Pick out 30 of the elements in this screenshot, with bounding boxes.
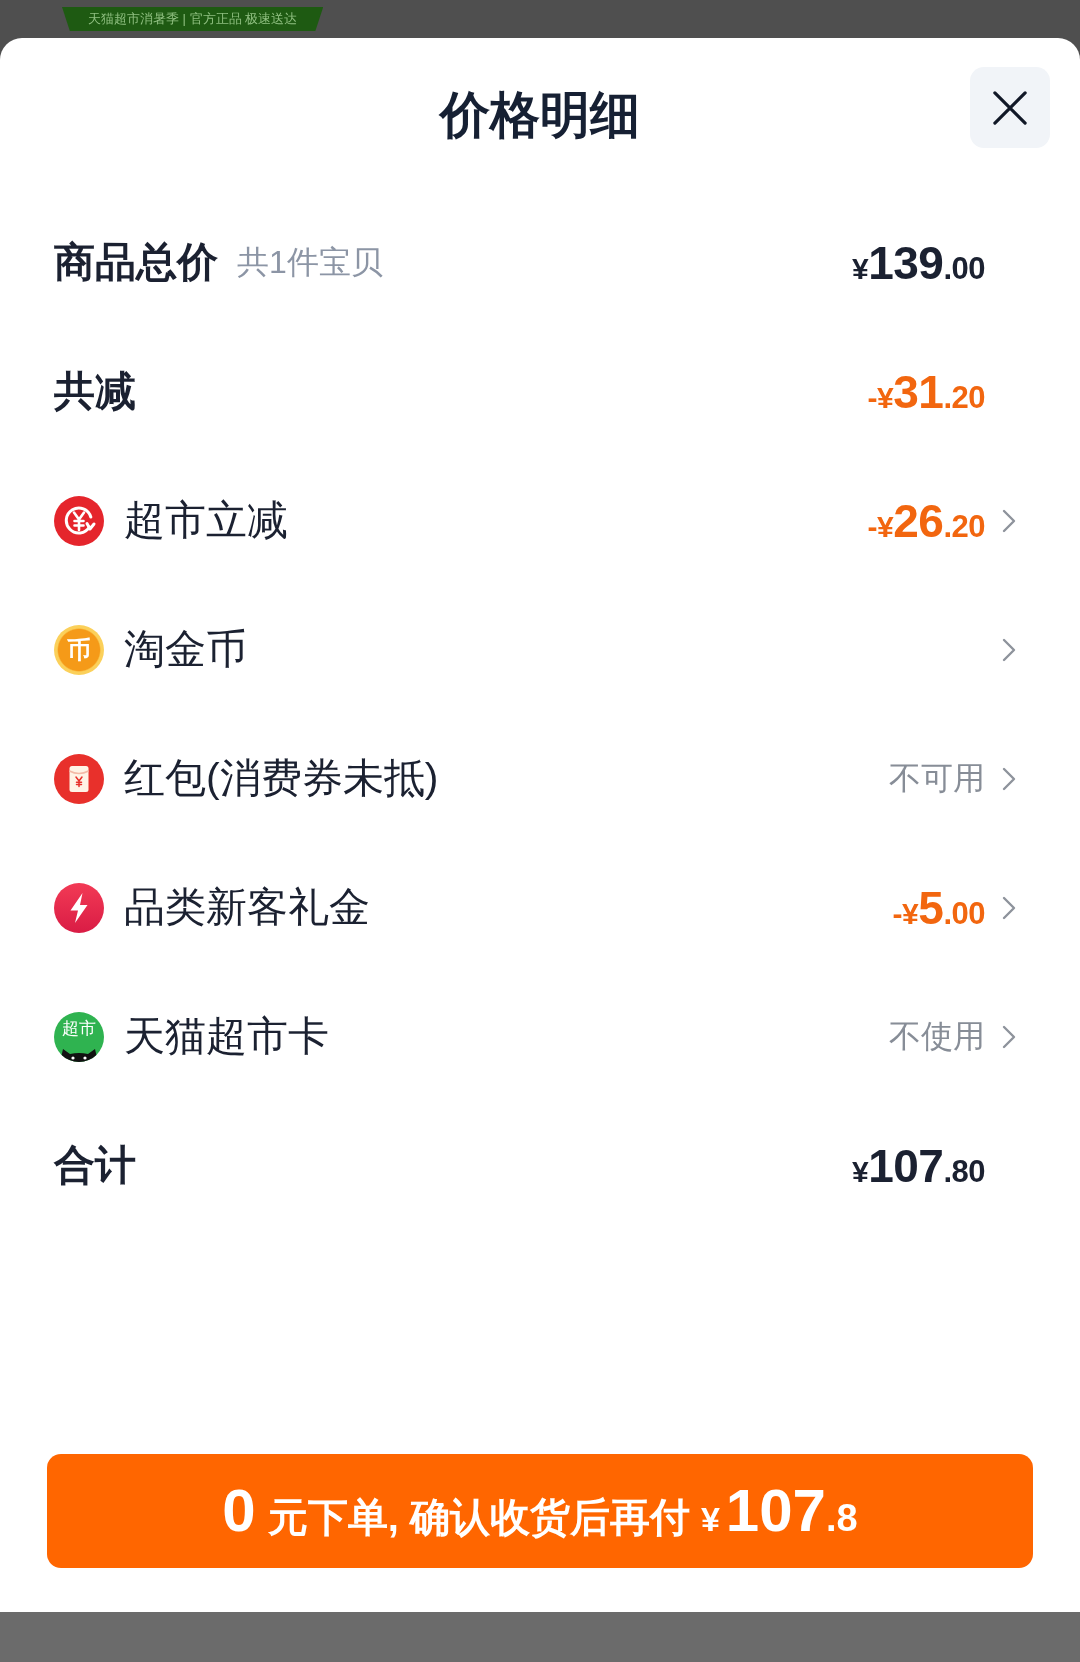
row-label: 共减: [54, 366, 136, 416]
discount-amount: -¥5.00: [892, 884, 985, 931]
chevron-right-icon[interactable]: [1002, 1024, 1016, 1049]
chevron-right-icon[interactable]: [1002, 637, 1016, 662]
envelope-icon: [54, 753, 104, 804]
row-label: 商品总价: [54, 237, 218, 287]
chevron-right-icon[interactable]: [1002, 895, 1016, 920]
chevron-right-icon[interactable]: [1002, 766, 1016, 791]
status-text: 不使用: [889, 1017, 985, 1056]
promo-banner: 天猫超市消暑季 | 官方正品 极速送达: [62, 7, 324, 31]
close-button[interactable]: [970, 67, 1050, 148]
close-icon: [993, 90, 1027, 125]
total-price: ¥107.80: [851, 1142, 985, 1189]
coin-icon: 币: [54, 624, 104, 675]
pay-button[interactable]: 0 元下单, 确认收货后再付 ¥107.8: [47, 1454, 1033, 1568]
sheet-title: 价格明细: [440, 90, 640, 145]
row-label: 淘金币: [124, 624, 247, 674]
item-count-note: 共1件宝贝: [237, 243, 383, 282]
cat-badge-icon: 超市: [54, 1011, 104, 1062]
discount-amount: -¥31.20: [867, 368, 985, 415]
price-text: ¥139.00: [851, 239, 985, 286]
row-label: 合计: [54, 1140, 136, 1190]
discount-amount: -¥26.20: [867, 497, 985, 544]
chevron-right-icon[interactable]: [1002, 508, 1016, 533]
lightning-icon: [54, 882, 104, 933]
row-label: 天猫超市卡: [124, 1011, 329, 1061]
row-label: 品类新客礼金: [124, 882, 370, 932]
row-label: 超市立减: [124, 495, 288, 545]
status-text: 不可用: [889, 759, 985, 798]
row-label: 红包(消费券未抵): [124, 753, 439, 803]
